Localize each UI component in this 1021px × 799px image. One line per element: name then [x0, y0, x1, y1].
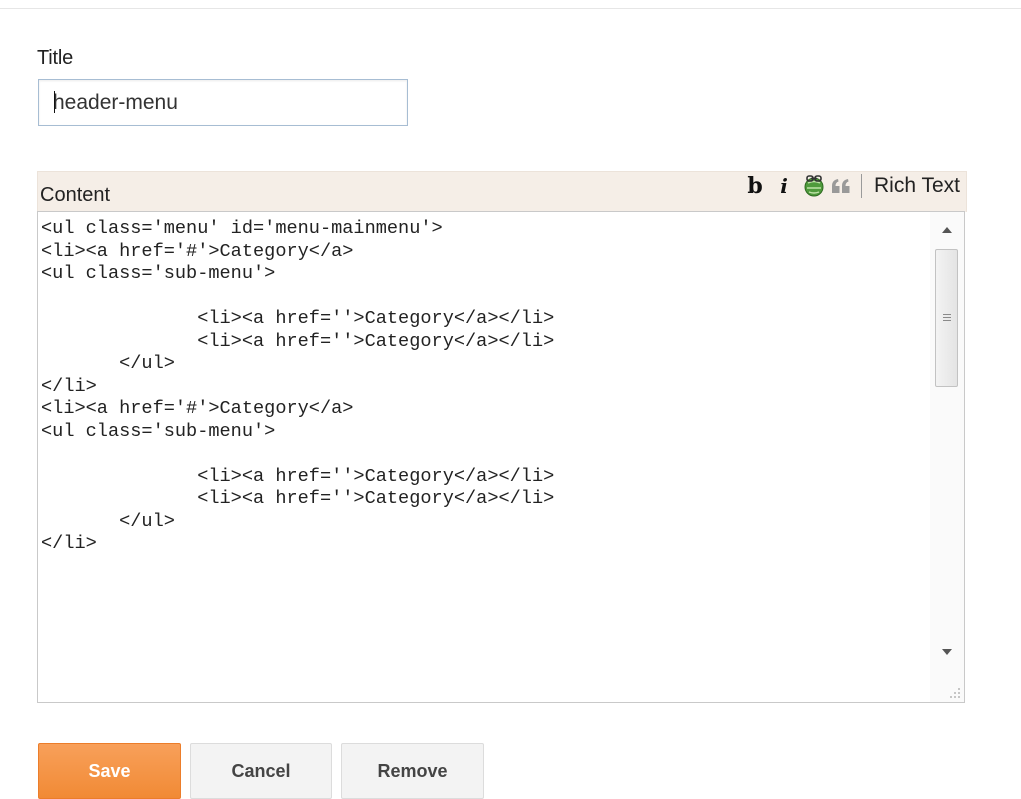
title-input[interactable]: [38, 79, 408, 126]
top-divider: [0, 8, 1021, 9]
scroll-up-arrow-icon[interactable]: [930, 216, 964, 244]
cancel-button[interactable]: Cancel: [190, 743, 332, 799]
remove-button[interactable]: Remove: [341, 743, 484, 799]
content-header: Content b i Rich Text: [37, 171, 967, 212]
link-icon[interactable]: [801, 174, 827, 198]
save-button[interactable]: Save: [38, 743, 181, 799]
resize-handle-icon[interactable]: [947, 685, 961, 699]
title-label: Title: [37, 47, 74, 69]
content-label: Content: [40, 184, 111, 206]
rich-text-toggle[interactable]: Rich Text: [874, 174, 960, 198]
italic-button[interactable]: i: [773, 174, 795, 198]
content-editor: <ul class='menu' id='menu-mainmenu'> <li…: [37, 211, 965, 703]
scrollbar-thumb[interactable]: [935, 249, 958, 387]
grip-icon: [943, 314, 951, 323]
vertical-scrollbar[interactable]: [930, 212, 964, 702]
quote-icon[interactable]: [829, 177, 853, 195]
text-caret: [54, 91, 55, 113]
bold-button[interactable]: b: [743, 173, 767, 199]
toolbar-separator: [861, 174, 863, 198]
editor-toolbar: b i Rich Text: [743, 172, 960, 200]
content-textarea[interactable]: <ul class='menu' id='menu-mainmenu'> <li…: [38, 212, 930, 702]
scroll-down-arrow-icon[interactable]: [930, 638, 964, 666]
